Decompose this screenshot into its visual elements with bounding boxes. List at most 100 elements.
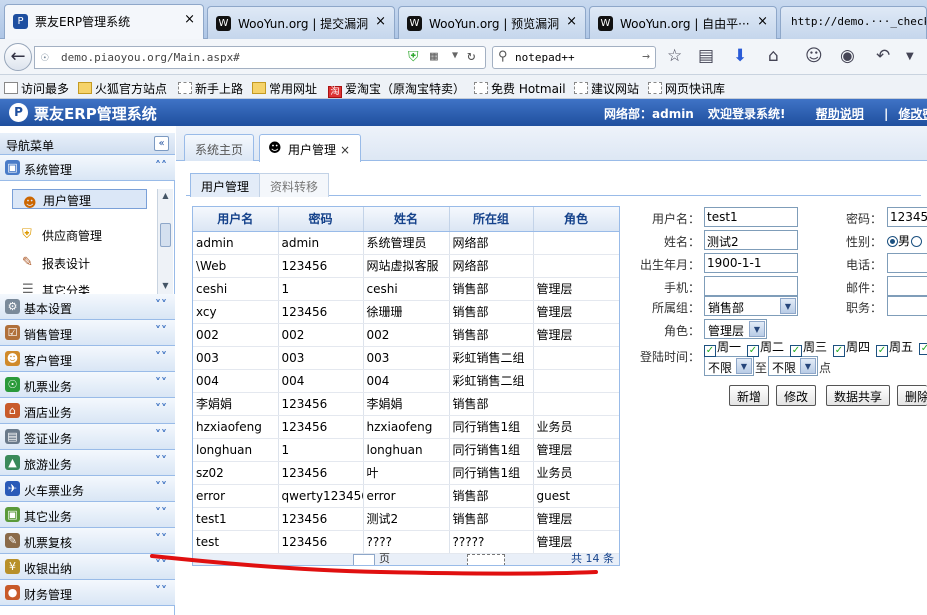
browser-tab-wooyun-free[interactable]: W WooYun.org | 自由平··· × bbox=[589, 6, 777, 39]
tab-user-management[interactable]: ☻ 用户管理 × bbox=[259, 134, 362, 162]
password-field[interactable]: 123456 bbox=[887, 207, 927, 227]
close-icon[interactable]: × bbox=[375, 14, 386, 29]
url-bar[interactable]: ☉ demo.piaoyou.org/Main.aspx# ⛨ ▦ ▼ ↻ bbox=[34, 46, 486, 69]
page-number-input[interactable] bbox=[353, 554, 375, 565]
sidebar-item-supplier-management[interactable]: ⛨ 供应商管理 bbox=[0, 221, 160, 247]
table-row[interactable]: sz02 123456 叶同行销售1组 业务员 bbox=[193, 461, 619, 485]
subtab-user-management[interactable]: 用户管理 bbox=[190, 173, 261, 197]
weekday-sat-checkbox[interactable]: ✓ bbox=[919, 338, 927, 355]
birth-field[interactable]: 1900-1-1 bbox=[704, 253, 798, 273]
menu-dropdown-icon[interactable]: ▼ bbox=[906, 51, 914, 62]
close-icon[interactable]: × bbox=[566, 14, 577, 29]
sidebar-item-report-design[interactable]: ✎ 报表设计 bbox=[0, 249, 160, 275]
mobile-field[interactable] bbox=[704, 276, 798, 296]
group-select[interactable]: 销售部 ▼ bbox=[704, 296, 798, 316]
home-icon[interactable]: ⌂ bbox=[768, 46, 779, 66]
bookmark-suggested-sites[interactable]: 建议网站 bbox=[574, 80, 639, 97]
edit-button[interactable]: 修改 bbox=[776, 385, 817, 406]
sidebar-section-cashier[interactable]: ¥ 收银出纳 ˅˅ bbox=[0, 554, 175, 580]
phone-field[interactable] bbox=[887, 253, 927, 273]
table-row[interactable]: admin admin 系统管理员 网络部 bbox=[193, 231, 619, 255]
back-button[interactable]: ← bbox=[4, 43, 32, 71]
table-row[interactable]: \Web 123456 网站虚拟客服 网络部 bbox=[193, 254, 619, 278]
table-row[interactable]: error qwerty123456 error 销售部 guest bbox=[193, 484, 619, 508]
sidebar-section-train-tickets[interactable]: ✈ 火车票业务 ˅˅ bbox=[0, 476, 175, 502]
position-field[interactable] bbox=[887, 296, 927, 316]
download-icon[interactable]: ⬇ bbox=[733, 46, 747, 66]
bookmark-most-visited[interactable]: 访问最多 bbox=[4, 80, 69, 97]
scroll-up-icon[interactable]: ▲ bbox=[160, 191, 171, 202]
data-share-button[interactable]: 数据共享 bbox=[826, 385, 891, 406]
time-to-select[interactable]: 不限 ▼ bbox=[768, 356, 818, 376]
column-header[interactable]: 密码 bbox=[278, 207, 364, 232]
sidebar-section-ticket-review[interactable]: ✎ 机票复核 ˅˅ bbox=[0, 528, 175, 554]
help-link[interactable]: 帮助说明 bbox=[816, 107, 864, 121]
tab-system-home[interactable]: 系统主页 bbox=[184, 134, 255, 161]
sidebar-section-finance[interactable]: ● 财务管理 ˅˅ bbox=[0, 580, 175, 606]
column-header[interactable]: 用户名 bbox=[193, 207, 279, 232]
radio-icon[interactable] bbox=[911, 236, 923, 247]
subtab-data-transfer[interactable]: 资料转移 bbox=[259, 173, 330, 197]
bookmark-aitaobao[interactable]: 淘爱淘宝（原淘宝特卖） bbox=[328, 80, 465, 98]
undo-icon[interactable]: ↶ bbox=[876, 46, 890, 66]
bookmark-getting-started[interactable]: 新手上路 bbox=[178, 80, 243, 97]
weekday-thu-checkbox[interactable]: ✓ 周四 bbox=[833, 338, 870, 357]
shield-icon[interactable]: ⛨ bbox=[408, 49, 419, 65]
bookmark-common-sites[interactable]: 常用网址 bbox=[252, 80, 317, 97]
time-from-select[interactable]: 不限 ▼ bbox=[704, 356, 754, 376]
table-row[interactable]: 李娟娟 123456 李娟娟 销售部 bbox=[193, 392, 619, 416]
search-go-icon[interactable]: → bbox=[642, 49, 650, 64]
close-icon[interactable]: × bbox=[184, 12, 195, 27]
table-row[interactable]: 003 003 003 彩虹销售二组 bbox=[193, 346, 619, 370]
gender-male-radio[interactable]: 男 bbox=[887, 232, 923, 249]
page-size-select[interactable] bbox=[467, 554, 505, 565]
reload-icon[interactable]: ↻ bbox=[467, 48, 475, 64]
sidebar-section-customers[interactable]: ☻ 客户管理 ˅˅ bbox=[0, 346, 175, 372]
browser-tab-wooyun-submit[interactable]: W WooYun.org | 提交漏洞 × bbox=[207, 6, 395, 39]
sidebar-scrollbar[interactable]: ▲ ▼ bbox=[157, 189, 173, 296]
search-box[interactable]: ⚲ notepad++ → bbox=[492, 46, 656, 69]
dropdown-arrow-icon[interactable]: ▼ bbox=[452, 50, 458, 61]
column-header[interactable]: 角色 bbox=[533, 207, 619, 232]
reading-list-icon[interactable]: ▤ bbox=[698, 46, 714, 66]
close-icon[interactable]: × bbox=[757, 14, 768, 29]
table-row[interactable]: test 123456????????? 管理层 bbox=[193, 530, 619, 554]
sidebar-section-visa[interactable]: ▤ 签证业务 ˅˅ bbox=[0, 424, 175, 450]
collapse-sidebar-button[interactable]: « bbox=[154, 136, 169, 151]
scrollbar-thumb[interactable] bbox=[160, 223, 171, 247]
sidebar-item-other-category[interactable]: ☰ 其它分类 bbox=[0, 276, 160, 294]
browser-tab-erp[interactable]: P 票友ERP管理系统 × bbox=[4, 4, 204, 40]
sidebar-section-other-business[interactable]: ▣ 其它业务 ˅˅ bbox=[0, 502, 175, 528]
table-row[interactable]: xcy 123456 徐珊珊 销售部 管理层 bbox=[193, 300, 619, 324]
star-icon[interactable]: ☆ bbox=[667, 46, 682, 66]
role-select[interactable]: 管理层 ▼ bbox=[704, 319, 767, 339]
name-field[interactable]: 测试2 bbox=[704, 230, 798, 250]
sidebar-section-travel[interactable]: ▲ 旅游业务 ˅˅ bbox=[0, 450, 175, 476]
bookmark-firefox-official[interactable]: 火狐官方站点 bbox=[78, 80, 167, 97]
table-row[interactable]: ceshi 1 ceshi 销售部 管理层 bbox=[193, 277, 619, 301]
browser-tab-demo-check[interactable]: http://demo.···_check.as bbox=[780, 6, 927, 39]
change-password-link[interactable]: 修改密码 bbox=[899, 107, 927, 121]
column-header[interactable]: 所在组 bbox=[449, 207, 534, 232]
table-row[interactable]: 002 002 002 销售部 管理层 bbox=[193, 323, 619, 347]
weekday-wed-checkbox[interactable]: ✓ 周三 bbox=[790, 338, 827, 357]
search-input[interactable]: notepad++ bbox=[515, 51, 575, 64]
scroll-down-icon[interactable]: ▼ bbox=[160, 281, 171, 292]
bookmark-web-slices[interactable]: 网页快讯库 bbox=[648, 80, 725, 97]
browser-tab-wooyun-preview[interactable]: W WooYun.org | 预览漏洞 × bbox=[398, 6, 586, 39]
email-field[interactable] bbox=[887, 276, 927, 296]
sidebar-section-system[interactable]: ▣ 系统管理 ˄˄ bbox=[0, 155, 175, 181]
sidebar-section-hotel[interactable]: ⌂ 酒店业务 ˅˅ bbox=[0, 398, 175, 424]
weekday-tue-checkbox[interactable]: ✓ 周二 bbox=[747, 338, 784, 357]
add-button[interactable]: 新增 bbox=[729, 385, 770, 406]
weekday-mon-checkbox[interactable]: ✓ 周一 bbox=[704, 338, 741, 357]
column-header[interactable]: 姓名 bbox=[363, 207, 450, 232]
weekday-fri-checkbox[interactable]: ✓ 周五 bbox=[876, 338, 913, 357]
emoji-icon[interactable]: ☺ bbox=[805, 46, 823, 66]
table-row[interactable]: hzxiaofeng 123456 hzxiaofeng 同行销售1组 业务员 bbox=[193, 415, 619, 439]
table-row[interactable]: test1 123456 测试2 销售部 管理层 bbox=[193, 507, 619, 531]
close-icon[interactable]: × bbox=[340, 143, 350, 157]
sidebar-section-air-tickets[interactable]: ☉ 机票业务 ˅˅ bbox=[0, 372, 175, 398]
qr-code-icon[interactable]: ▦ bbox=[430, 49, 438, 64]
sidebar-section-sales[interactable]: ☑ 销售管理 ˅˅ bbox=[0, 320, 175, 346]
